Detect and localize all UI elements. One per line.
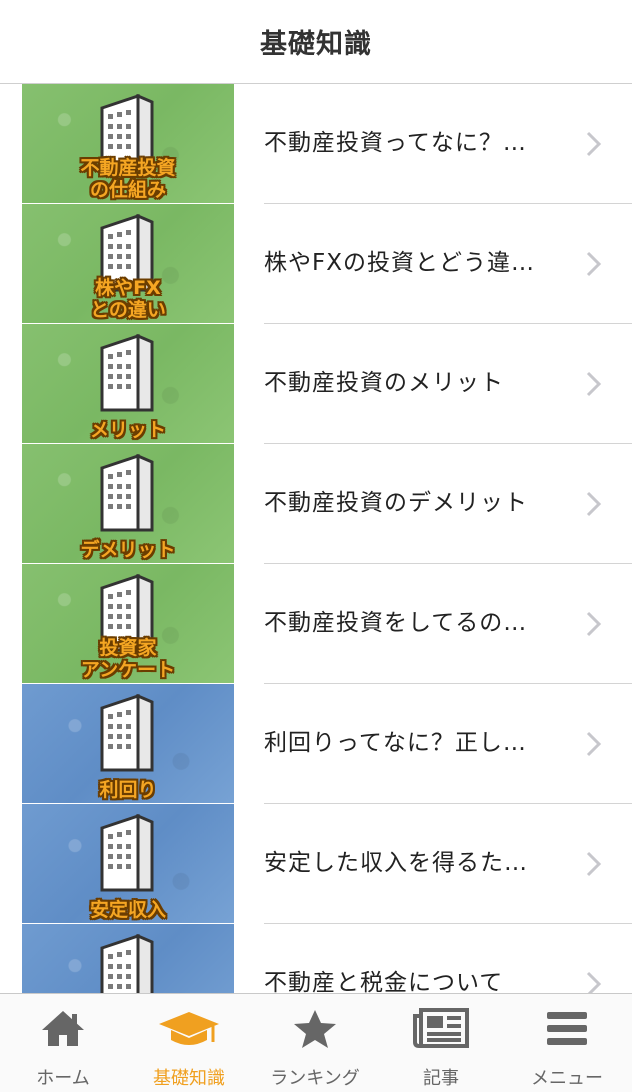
chevron-right-icon	[586, 131, 602, 157]
building-icon	[100, 814, 154, 892]
list-item[interactable]: デメリット 不動産投資のデメリット	[0, 444, 632, 564]
building-icon	[100, 934, 154, 993]
tab-label: メニュー	[531, 1068, 603, 1089]
thumbnail: 投資家 アンケート	[22, 564, 234, 683]
list-item[interactable]: 不動産と税金について	[0, 924, 632, 993]
thumbnail: 不動産投資 の仕組み	[22, 84, 234, 203]
chevron-right-icon	[586, 971, 602, 993]
list-item[interactable]: 利回り 利回りってなに？正し…	[0, 684, 632, 804]
article-list: 不動産投資 の仕組み 不動産投資ってなに？… 株やFX との違い 株やFXの投資…	[0, 84, 632, 993]
newspaper-icon	[413, 1008, 469, 1048]
tab-articles[interactable]: 記事	[378, 994, 504, 1092]
thumbnail	[22, 924, 234, 993]
tab-home[interactable]: ホーム	[0, 994, 126, 1092]
building-icon	[100, 334, 154, 412]
chevron-right-icon	[586, 731, 602, 757]
thumbnail-label: デメリット	[80, 539, 176, 561]
thumbnail: デメリット	[22, 444, 234, 563]
chevron-right-icon	[586, 851, 602, 877]
chevron-right-icon	[586, 491, 602, 517]
item-title: 株やFXの投資とどう違…	[264, 250, 535, 276]
tab-label: 基礎知識	[153, 1068, 225, 1089]
thumbnail-label: 不動産投資 の仕組み	[80, 157, 176, 201]
thumbnail: 安定収入	[22, 804, 234, 923]
chevron-right-icon	[586, 371, 602, 397]
thumbnail-label: 株やFX との違い	[90, 277, 166, 321]
list-item[interactable]: メリット 不動産投資のメリット	[0, 324, 632, 444]
building-icon	[100, 454, 154, 532]
thumbnail: 利回り	[22, 684, 234, 803]
tab-bar: ホーム 基礎知識 ランキング 記事 メニュー	[0, 993, 632, 1092]
thumbnail: 株やFX との違い	[22, 204, 234, 323]
chevron-right-icon	[586, 251, 602, 277]
item-title: 不動産投資ってなに？…	[264, 130, 527, 156]
chevron-right-icon	[586, 611, 602, 637]
list-item[interactable]: 安定収入 安定した収入を得るた…	[0, 804, 632, 924]
tab-ranking[interactable]: ランキング	[252, 994, 378, 1092]
page-title: 基礎知識	[260, 29, 372, 60]
app-header: 基礎知識	[0, 0, 632, 84]
list-item[interactable]: 不動産投資 の仕組み 不動産投資ってなに？…	[0, 84, 632, 204]
thumbnail-label: 利回り	[99, 779, 157, 801]
tab-menu[interactable]: メニュー	[504, 994, 630, 1092]
item-title: 利回りってなに？正し…	[264, 730, 527, 756]
item-title: 安定した収入を得るた…	[264, 850, 528, 876]
graduation-cap-icon	[159, 1012, 219, 1045]
tab-label: ランキング	[270, 1068, 360, 1089]
home-icon	[42, 1011, 84, 1046]
item-title: 不動産投資のデメリット	[264, 490, 528, 516]
thumbnail-label: 投資家 アンケート	[80, 637, 176, 681]
thumbnail-label: メリット	[89, 419, 166, 441]
star-icon	[294, 1010, 336, 1048]
thumbnail: メリット	[22, 324, 234, 443]
tab-label: ホーム	[36, 1068, 90, 1089]
tab-basics[interactable]: 基礎知識	[126, 994, 252, 1092]
item-title: 不動産投資のメリット	[264, 370, 504, 396]
building-icon	[100, 694, 154, 772]
list-item[interactable]: 株やFX との違い 株やFXの投資とどう違…	[0, 204, 632, 324]
thumbnail-label: 安定収入	[89, 899, 166, 921]
item-title: 不動産投資をしてるの…	[264, 610, 528, 636]
menu-icon	[547, 1012, 587, 1045]
tab-label: 記事	[423, 1068, 459, 1089]
list-item[interactable]: 投資家 アンケート 不動産投資をしてるの…	[0, 564, 632, 684]
item-title: 不動産と税金について	[264, 970, 504, 993]
